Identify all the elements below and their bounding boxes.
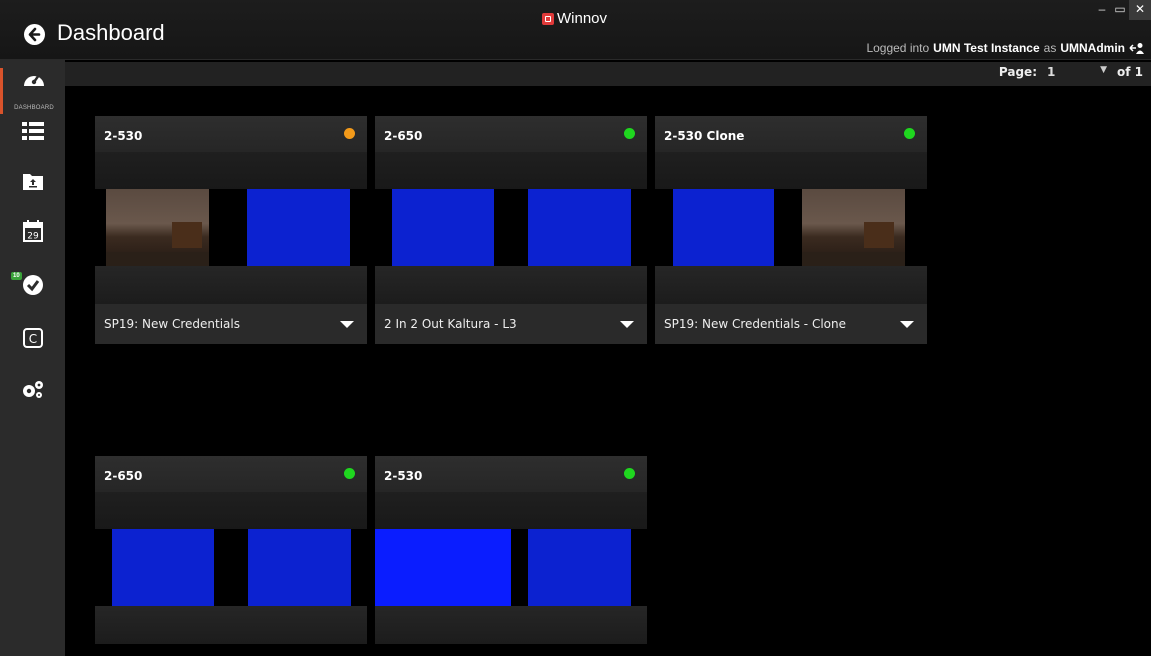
instance-name: UMN Test Instance bbox=[933, 41, 1040, 55]
sidebar-item-c[interactable]: C bbox=[0, 328, 65, 352]
tile-name: 2-650 bbox=[104, 469, 143, 483]
tile-profile-select[interactable]: 2 In 2 Out Kaltura - L3 bbox=[375, 304, 647, 344]
logout-icon[interactable] bbox=[1129, 42, 1145, 54]
device-tile[interactable]: 2-530 Clone SP19: New Credentials - Clon… bbox=[655, 116, 927, 344]
camera-preview bbox=[392, 189, 494, 266]
c-box-icon: C bbox=[22, 328, 43, 348]
sidebar: DASHBOARD 29 10 C bbox=[0, 60, 65, 656]
tile-header: 2-530 bbox=[95, 116, 367, 152]
content-preview bbox=[248, 529, 351, 606]
page-total: of 1 bbox=[1117, 65, 1143, 79]
pager: Page: 1 ▼ of 1 bbox=[999, 65, 1143, 79]
sidebar-item-calendar[interactable]: 29 bbox=[0, 220, 65, 246]
brand-name: Winnov bbox=[557, 10, 608, 27]
tile-footer bbox=[95, 266, 367, 304]
tile-name: 2-530 Clone bbox=[664, 129, 745, 143]
login-prefix: Logged into bbox=[866, 41, 930, 55]
c-box-letter: C bbox=[28, 332, 36, 346]
tile-header: 2-650 bbox=[95, 456, 367, 492]
tile-description: SP19: New Credentials bbox=[104, 317, 240, 331]
list-icon bbox=[21, 122, 44, 140]
chevron-down-icon bbox=[620, 321, 634, 328]
sidebar-item-upload[interactable] bbox=[0, 172, 65, 196]
login-mid: as bbox=[1043, 41, 1057, 55]
calendar-icon: 29 bbox=[22, 220, 43, 242]
login-info: Logged into UMN Test Instance as UMNAdmi… bbox=[866, 41, 1145, 55]
tile-preview bbox=[375, 189, 647, 266]
tile-description: 2 In 2 Out Kaltura - L3 bbox=[384, 317, 517, 331]
tile-name: 2-530 bbox=[104, 129, 143, 143]
device-tile[interactable]: 2-530 bbox=[375, 456, 647, 644]
calendar-day: 29 bbox=[27, 232, 39, 242]
page-select[interactable]: 1 ▼ bbox=[1047, 65, 1107, 79]
tile-preview bbox=[655, 189, 927, 266]
tile-subheader bbox=[655, 152, 927, 189]
close-button[interactable]: ✕ bbox=[1129, 0, 1151, 20]
tile-preview bbox=[95, 529, 367, 606]
dashboard-gauge-icon bbox=[24, 74, 44, 86]
tile-footer bbox=[95, 606, 367, 644]
device-tile[interactable]: 2-650 bbox=[95, 456, 367, 644]
folder-upload-icon bbox=[22, 174, 43, 190]
camera-preview bbox=[112, 529, 214, 606]
checkmark-circle-icon bbox=[22, 275, 43, 295]
brand: Winnov bbox=[542, 10, 607, 27]
tile-subheader bbox=[375, 152, 647, 189]
sidebar-item-list[interactable] bbox=[0, 122, 65, 146]
sidebar-item-settings[interactable] bbox=[0, 380, 65, 404]
sidebar-item-label: DASHBOARD bbox=[14, 105, 54, 111]
page-title: Dashboard bbox=[57, 20, 165, 45]
tile-description: SP19: New Credentials - Clone bbox=[664, 317, 846, 331]
camera-preview bbox=[673, 189, 774, 266]
tile-profile-select[interactable]: SP19: New Credentials - Clone bbox=[655, 304, 927, 344]
page-current: 1 bbox=[1047, 65, 1056, 79]
tile-name: 2-650 bbox=[384, 129, 423, 143]
status-indicator bbox=[344, 128, 355, 139]
chevron-down-icon: ▼ bbox=[1100, 65, 1107, 75]
chevron-down-icon bbox=[340, 321, 354, 328]
page-label: Page: bbox=[998, 65, 1037, 79]
tile-name: 2-530 bbox=[384, 469, 423, 483]
tile-header: 2-650 bbox=[375, 116, 647, 152]
status-indicator bbox=[344, 468, 355, 479]
tile-preview bbox=[375, 529, 647, 606]
tile-header: 2-530 Clone bbox=[655, 116, 927, 152]
content-preview bbox=[802, 189, 905, 266]
tile-subheader bbox=[95, 492, 367, 529]
sidebar-item-dashboard[interactable]: DASHBOARD bbox=[0, 68, 65, 114]
content-preview bbox=[528, 529, 631, 606]
user-name: UMNAdmin bbox=[1060, 41, 1125, 55]
back-arrow-icon[interactable] bbox=[24, 24, 45, 45]
gears-icon bbox=[22, 381, 43, 398]
content-preview bbox=[247, 189, 350, 266]
restore-button[interactable]: ▭ bbox=[1111, 0, 1129, 20]
minimize-button[interactable]: – bbox=[1093, 0, 1111, 20]
window-controls: – ▭ ✕ bbox=[1093, 0, 1151, 20]
status-indicator bbox=[624, 468, 635, 479]
device-tile[interactable]: 2-650 2 In 2 Out Kaltura - L3 bbox=[375, 116, 647, 344]
chevron-down-icon bbox=[900, 321, 914, 328]
tile-footer bbox=[375, 606, 647, 644]
tile-header: 2-530 bbox=[375, 456, 647, 492]
sidebar-item-tasks[interactable]: 10 bbox=[0, 272, 65, 300]
status-indicator bbox=[904, 128, 915, 139]
tile-preview bbox=[95, 189, 367, 266]
winnov-logo-icon bbox=[542, 12, 554, 25]
title-bar: Dashboard Winnov – ▭ ✕ Logged into UMN T… bbox=[0, 0, 1151, 60]
page-bar: Page: 1 ▼ of 1 bbox=[65, 62, 1151, 86]
status-indicator bbox=[624, 128, 635, 139]
camera-preview bbox=[106, 189, 209, 266]
tile-subheader bbox=[95, 152, 367, 189]
task-count-badge: 10 bbox=[11, 272, 22, 280]
tile-footer bbox=[655, 266, 927, 304]
tile-footer bbox=[375, 266, 647, 304]
camera-preview bbox=[375, 529, 511, 606]
tile-profile-select[interactable]: SP19: New Credentials bbox=[95, 304, 367, 344]
device-tile[interactable]: 2-530 SP19: New Credentials bbox=[95, 116, 367, 344]
content-preview bbox=[528, 189, 631, 266]
tile-subheader bbox=[375, 492, 647, 529]
